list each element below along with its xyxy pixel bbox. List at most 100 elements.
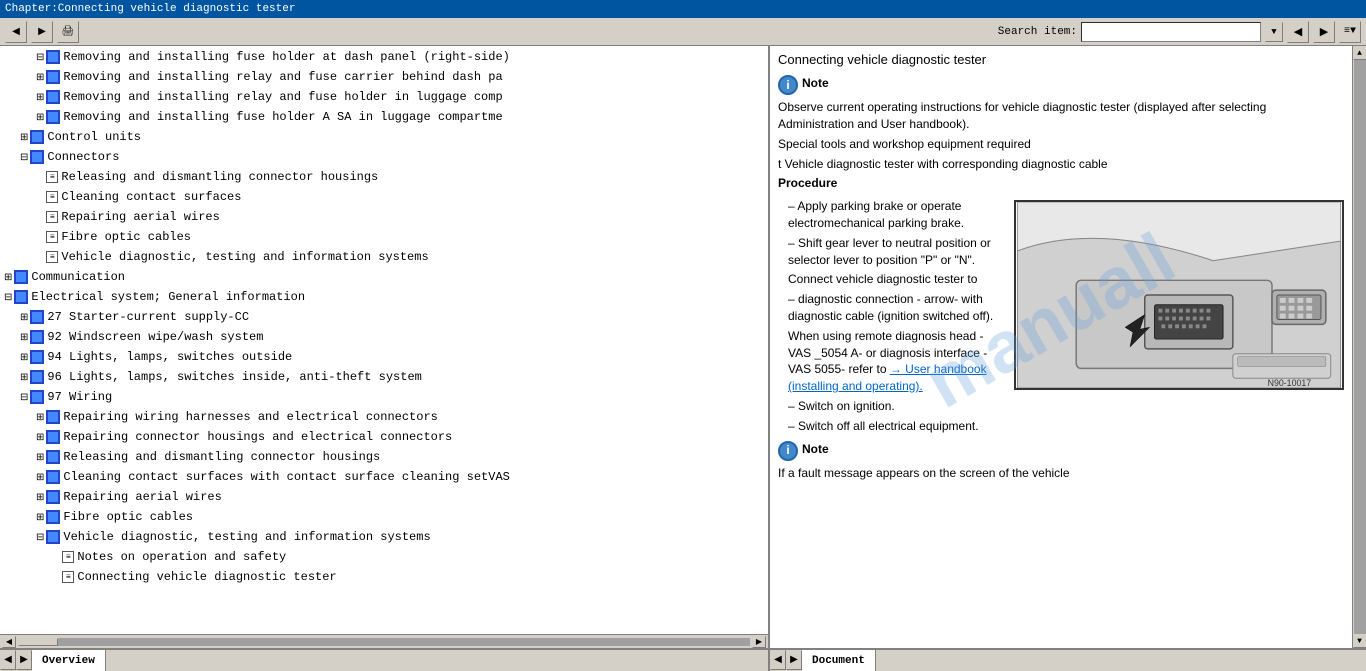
tab-nav-left[interactable]: ◀ — [0, 650, 16, 670]
tree-item[interactable]: ⊞ Removing and installing fuse holder A … — [0, 108, 768, 128]
search-prev-btn[interactable]: ◀ — [1287, 21, 1309, 43]
diagram-box: N90-10017 — [1014, 200, 1344, 390]
note2-text: If a fault message appears on the screen… — [778, 465, 1344, 482]
expand-icon[interactable]: ⊟ — [20, 393, 28, 404]
expand-icon[interactable]: ⊞ — [4, 273, 12, 284]
tree-item-label: Cleaning contact surfaces — [61, 190, 241, 204]
tree-item[interactable]: ⊞ 96 Lights, lamps, switches inside, ant… — [0, 368, 768, 388]
step-2-dash: – — [788, 236, 798, 250]
tree-item-label: Electrical system; General information — [31, 290, 305, 304]
expand-icon[interactable]: ⊞ — [36, 433, 44, 444]
expand-icon[interactable]: ⊞ — [36, 73, 44, 84]
expand-icon[interactable]: ⊟ — [20, 153, 28, 164]
tree-item[interactable]: ⊞ Repairing aerial wires — [0, 488, 768, 508]
tree-item[interactable]: ⊟ Vehicle diagnostic, testing and inform… — [0, 528, 768, 548]
toolbar-btn-2[interactable]: ▶ — [31, 21, 53, 43]
tree-item-label: Repairing aerial wires — [61, 210, 219, 224]
doc-icon: ≡ — [46, 251, 58, 263]
tree-item[interactable]: ⊞ Cleaning contact surfaces with contact… — [0, 468, 768, 488]
tree-item[interactable]: ⊞ Removing and installing relay and fuse… — [0, 88, 768, 108]
tab-nav-left-2[interactable]: ◀ — [770, 650, 786, 670]
user-handbook-link[interactable]: → User handbook (installing and operatin… — [788, 362, 987, 393]
search-input[interactable] — [1081, 22, 1261, 42]
tree-item-label: Repairing wiring harnesses and electrica… — [63, 410, 437, 424]
tree-item-label: Communication — [31, 270, 125, 284]
folder-icon — [30, 130, 44, 144]
options-btn[interactable]: ≡▼ — [1339, 21, 1361, 43]
tree-item[interactable]: ⊞≡Cleaning contact surfaces — [0, 188, 768, 208]
tree-item-label: Notes on operation and safety — [77, 550, 286, 564]
tree-item[interactable]: ⊞ Removing and installing relay and fuse… — [0, 68, 768, 88]
expand-icon[interactable]: ⊞ — [36, 493, 44, 504]
expand-icon[interactable]: ⊟ — [4, 293, 12, 304]
expand-icon[interactable]: ⊟ — [36, 53, 44, 64]
folder-icon — [46, 410, 60, 424]
tree-item-label: Removing and installing relay and fuse c… — [63, 70, 502, 84]
tree-item[interactable]: ⊞≡Releasing and dismantling connector ho… — [0, 168, 768, 188]
step-2-text: Shift gear lever to neutral position or … — [788, 236, 991, 267]
special-tools: Special tools and workshop equipment req… — [778, 136, 1344, 153]
tab-nav-right-2[interactable]: ▶ — [786, 650, 802, 670]
folder-icon — [30, 350, 44, 364]
tree-item[interactable]: ⊞ Releasing and dismantling connector ho… — [0, 448, 768, 468]
status-bar: ◀ ▶ Overview ◀ ▶ Document — [0, 648, 1366, 670]
hscroll-thumb[interactable] — [18, 638, 58, 646]
tree-item[interactable]: ⊞ Repairing wiring harnesses and electri… — [0, 408, 768, 428]
tab-nav-right[interactable]: ▶ — [16, 650, 32, 670]
expand-icon[interactable]: ⊞ — [20, 133, 28, 144]
doc-icon: ≡ — [46, 231, 58, 243]
step-4: – Switch on ignition. — [788, 398, 1344, 415]
tree-item-label: Removing and installing fuse holder A SA… — [63, 110, 502, 124]
tree-item[interactable]: ⊞ Control units — [0, 128, 768, 148]
tree-item-label: Vehicle diagnostic, testing and informat… — [63, 530, 430, 544]
expand-icon[interactable]: ⊞ — [36, 113, 44, 124]
tree-item-label: 94 Lights, lamps, switches outside — [47, 350, 292, 364]
tree-item[interactable]: ⊞ 27 Starter-current supply-CC — [0, 308, 768, 328]
tab-overview[interactable]: Overview — [32, 649, 106, 671]
vscroll-up-btn[interactable]: ▲ — [1353, 46, 1366, 60]
hscroll-right-btn[interactable]: ▶ — [752, 636, 766, 648]
tree-item[interactable]: ⊞ Communication — [0, 268, 768, 288]
vscroll-down-btn[interactable]: ▼ — [1353, 634, 1366, 648]
main-content: ⊟ Removing and installing fuse holder at… — [0, 46, 1366, 648]
expand-icon[interactable]: ⊞ — [36, 513, 44, 524]
expand-icon[interactable]: ⊞ — [36, 93, 44, 104]
tree-item[interactable]: ⊞≡Vehicle diagnostic, testing and inform… — [0, 248, 768, 268]
tree-item[interactable]: ⊞ Repairing connector housings and elect… — [0, 428, 768, 448]
tree-item[interactable]: ⊞≡Repairing aerial wires — [0, 208, 768, 228]
search-next-btn[interactable]: ▶ — [1313, 21, 1335, 43]
tree-item[interactable]: ⊞ Fibre optic cables — [0, 508, 768, 528]
tree-item-label: Releasing and dismantling connector hous… — [61, 170, 378, 184]
expand-icon[interactable]: ⊞ — [36, 413, 44, 424]
left-hscroll: ◀ ▶ — [0, 634, 768, 648]
toolbar-btn-3[interactable]: 🖨 — [57, 21, 79, 43]
tree-item[interactable]: ⊟ Electrical system; General information — [0, 288, 768, 308]
expand-icon[interactable]: ⊞ — [20, 373, 28, 384]
tree-item[interactable]: ⊟ Removing and installing fuse holder at… — [0, 48, 768, 68]
tree-item[interactable]: ⊞≡Connecting vehicle diagnostic tester — [0, 568, 768, 588]
tree-item[interactable]: ⊞ 92 Windscreen wipe/wash system — [0, 328, 768, 348]
expand-icon[interactable]: ⊞ — [36, 453, 44, 464]
tree-item-label: Releasing and dismantling connector hous… — [63, 450, 380, 464]
hscroll-left-btn[interactable]: ◀ — [2, 636, 16, 648]
tree-item-label: Repairing aerial wires — [63, 490, 221, 504]
search-dropdown[interactable]: ▼ — [1265, 22, 1283, 42]
toolbar-btn-1[interactable]: ◀ — [5, 21, 27, 43]
expand-icon[interactable]: ⊞ — [20, 353, 28, 364]
tree-item-label: Fibre optic cables — [63, 510, 193, 524]
folder-icon — [30, 330, 44, 344]
expand-icon[interactable]: ⊞ — [20, 313, 28, 324]
tree-item[interactable]: ⊟ 97 Wiring — [0, 388, 768, 408]
tree-item[interactable]: ⊟ Connectors — [0, 148, 768, 168]
folder-icon — [46, 70, 60, 84]
expand-icon[interactable]: ⊞ — [20, 333, 28, 344]
tree-item-label: Connecting vehicle diagnostic tester — [77, 570, 336, 584]
tree-item[interactable]: ⊞≡Fibre optic cables — [0, 228, 768, 248]
tree-item[interactable]: ⊞≡Notes on operation and safety — [0, 548, 768, 568]
doc-icon: ≡ — [46, 191, 58, 203]
tree-item[interactable]: ⊞ 94 Lights, lamps, switches outside — [0, 348, 768, 368]
expand-icon[interactable]: ⊞ — [36, 473, 44, 484]
title-text: Chapter:Connecting vehicle diagnostic te… — [5, 3, 295, 15]
tab-document[interactable]: Document — [802, 649, 876, 671]
expand-icon[interactable]: ⊟ — [36, 533, 44, 544]
